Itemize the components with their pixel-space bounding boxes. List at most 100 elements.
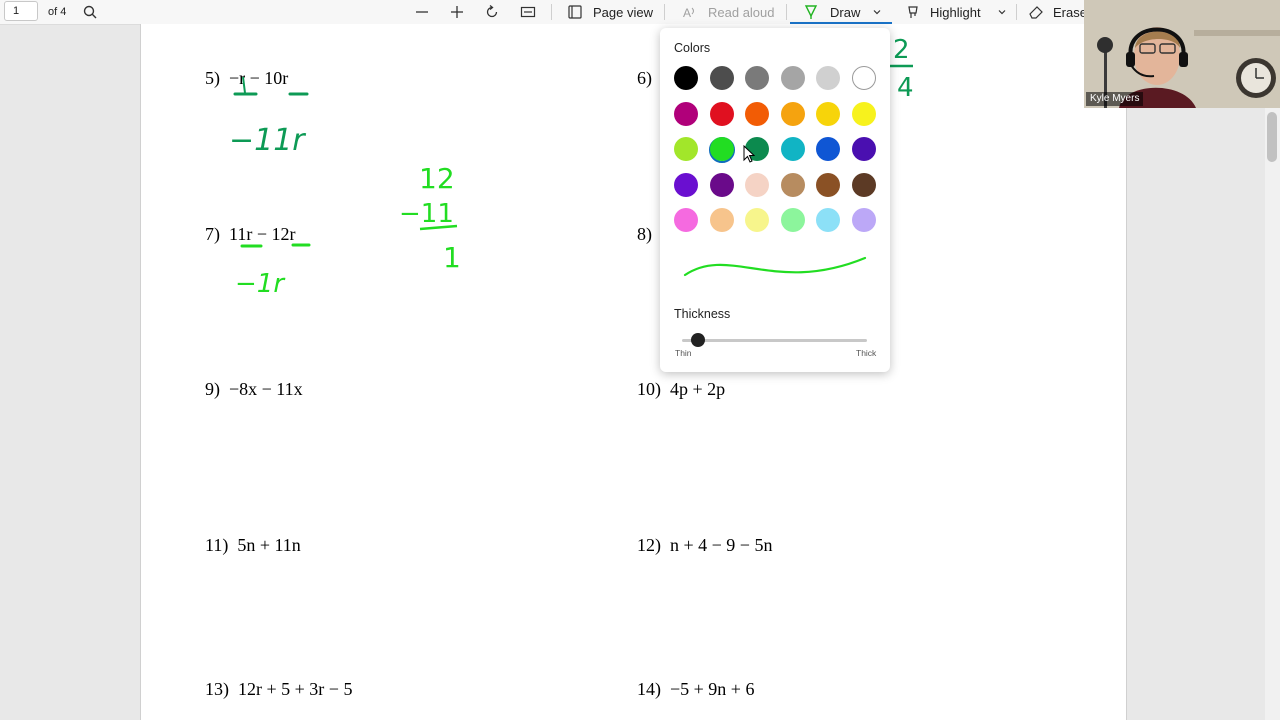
scrollbar-thumb[interactable] xyxy=(1267,112,1277,162)
problem-number: 7) xyxy=(205,224,220,244)
thin-label: Thin xyxy=(675,348,692,358)
erase-button[interactable]: Erase xyxy=(1028,0,1087,24)
ink-divider xyxy=(419,224,458,231)
highlighter-icon xyxy=(908,6,918,18)
draw-label: Draw xyxy=(830,4,861,20)
toolbar-divider xyxy=(551,4,552,20)
toolbar-divider xyxy=(1016,4,1017,20)
color-swatch[interactable] xyxy=(674,101,698,126)
page-view-icon xyxy=(568,5,582,19)
color-swatch[interactable] xyxy=(674,172,698,197)
problem-number: 14) xyxy=(637,679,661,699)
highlight-label: Highlight xyxy=(930,4,981,20)
color-swatch[interactable] xyxy=(709,137,734,162)
color-swatch[interactable] xyxy=(780,66,805,90)
mouse-cursor-icon xyxy=(743,145,755,163)
problem-5: 5) −r − 10r xyxy=(205,68,288,89)
pdf-page[interactable]: 5) −r − 10r 6) 7) 11r − 12r 8) 9) −8x − … xyxy=(140,24,1127,720)
fit-width-icon[interactable] xyxy=(520,0,536,24)
color-swatch[interactable] xyxy=(709,101,734,126)
color-swatch[interactable] xyxy=(816,172,841,197)
ink-side-top: 12 xyxy=(419,162,455,195)
ink-side-bottom: 1 xyxy=(443,241,461,274)
problem-9: 9) −8x − 11x xyxy=(205,379,303,400)
color-swatch[interactable] xyxy=(852,66,876,90)
webcam-name-label: Kyle Myers xyxy=(1086,92,1144,106)
color-swatch[interactable] xyxy=(780,172,805,197)
read-aloud-button[interactable]: A Read aloud xyxy=(682,0,775,24)
problem-10: 10) 4p + 2p xyxy=(637,379,725,400)
draw-options-chevron-icon[interactable] xyxy=(872,0,882,24)
colors-title: Colors xyxy=(674,41,711,55)
read-aloud-icon: A xyxy=(683,6,694,20)
problem-expression: 4p + 2p xyxy=(670,379,726,399)
problem-number: 13) xyxy=(205,679,229,699)
problem-number: 5) xyxy=(205,68,220,88)
color-swatch[interactable] xyxy=(745,172,770,197)
color-swatch[interactable] xyxy=(674,137,698,162)
color-swatch[interactable] xyxy=(674,208,698,233)
rotate-icon[interactable] xyxy=(484,0,500,24)
problem-number: 10) xyxy=(637,379,661,399)
color-swatch[interactable] xyxy=(745,208,770,233)
problem-number: 9) xyxy=(205,379,220,399)
zoom-out-icon[interactable] xyxy=(414,0,430,24)
page-view-button[interactable]: Page view xyxy=(567,0,653,24)
color-swatch[interactable] xyxy=(816,66,841,90)
problem-number: 6) xyxy=(637,68,652,88)
color-swatch[interactable] xyxy=(709,66,734,90)
thickness-slider-track[interactable] xyxy=(682,339,867,342)
ink-side-mid: −11 xyxy=(399,199,454,229)
search-icon[interactable] xyxy=(82,0,98,24)
problem-14: 14) −5 + 9n + 6 xyxy=(637,679,754,700)
color-swatch[interactable] xyxy=(852,172,876,197)
color-swatch[interactable] xyxy=(852,137,876,162)
color-swatch[interactable] xyxy=(709,208,734,233)
problem-8: 8) xyxy=(637,224,652,245)
color-swatch[interactable] xyxy=(745,66,770,90)
read-aloud-label: Read aloud xyxy=(708,4,775,20)
erase-label: Erase xyxy=(1053,4,1087,20)
problem-number: 8) xyxy=(637,224,652,244)
problem-6: 6) xyxy=(637,68,652,89)
problem-expression: −5 + 9n + 6 xyxy=(670,679,755,699)
thickness-slider-handle[interactable] xyxy=(690,333,705,347)
color-swatch[interactable] xyxy=(816,137,841,162)
eraser-icon xyxy=(1029,6,1043,19)
svg-text:A: A xyxy=(683,6,691,20)
problem-13: 13) 12r + 5 + 3r − 5 xyxy=(205,679,352,700)
thickness-title: Thickness xyxy=(674,307,731,321)
draw-button[interactable]: Draw xyxy=(803,0,860,24)
zoom-in-icon[interactable] xyxy=(449,0,465,24)
color-swatch[interactable] xyxy=(816,208,841,233)
color-swatch[interactable] xyxy=(709,172,734,197)
stroke-preview xyxy=(683,256,867,277)
color-swatch[interactable] xyxy=(816,101,841,126)
ink-answer-7: −1r xyxy=(235,269,286,299)
problem-expression: −8x − 11x xyxy=(229,379,303,399)
color-swatch[interactable] xyxy=(674,66,698,90)
color-swatch[interactable] xyxy=(780,101,805,126)
problem-7: 7) 11r − 12r xyxy=(205,224,295,245)
page-number-input[interactable] xyxy=(4,1,38,21)
problem-number: 12) xyxy=(637,535,661,555)
problem-expression: 11r − 12r xyxy=(229,224,296,244)
toolbar-divider xyxy=(786,4,787,20)
problem-expression: −r − 10r xyxy=(229,68,289,88)
pen-icon xyxy=(804,5,818,19)
ink-corner-top: 2 xyxy=(893,35,910,65)
problem-number: 11) xyxy=(205,535,229,555)
ink-corner-bottom: 4 xyxy=(897,73,914,103)
ink-annotations: −11r −1r 12 −11 1 2 4 xyxy=(229,35,914,299)
color-swatch[interactable] xyxy=(852,101,876,126)
problem-expression: 5n + 11n xyxy=(237,535,301,555)
color-swatch[interactable] xyxy=(745,101,770,126)
color-swatch[interactable] xyxy=(780,137,805,162)
toolbar-divider xyxy=(664,4,665,20)
highlight-options-chevron-icon[interactable] xyxy=(997,0,1007,24)
color-swatch[interactable] xyxy=(780,208,805,233)
problem-12: 12) n + 4 − 9 − 5n xyxy=(637,535,772,556)
highlight-button[interactable]: Highlight xyxy=(905,0,981,24)
webcam-overlay: Kyle Myers xyxy=(1084,0,1280,108)
color-swatch[interactable] xyxy=(852,208,876,233)
